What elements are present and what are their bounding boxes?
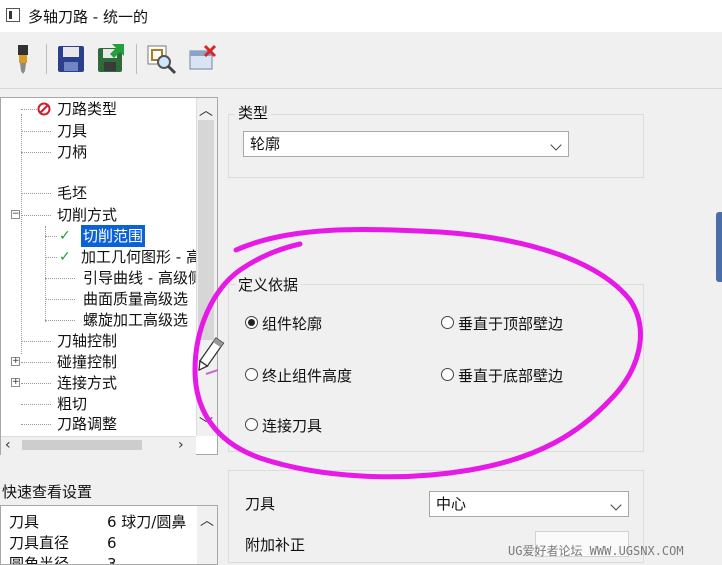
tool-icon[interactable] [6, 42, 40, 76]
expand-icon[interactable]: + [11, 378, 20, 387]
tree-guide [21, 114, 22, 354]
watermark: UG爱好者论坛 WWW.UGSNX.COM [508, 544, 684, 558]
radio-icon[interactable] [245, 368, 258, 381]
check-icon: ✓ [59, 249, 71, 265]
operation-tree[interactable]: 刀路类型 刀具 刀柄 毛坯 − 切削方式 ✓ 切削范围 ✓ 加工几何图形 - 高… [0, 97, 218, 455]
scroll-up-icon[interactable]: ︿ [199, 100, 213, 120]
toolbar [0, 32, 722, 89]
scroll-up-icon[interactable]: ︿ [200, 510, 214, 530]
type-group: 类型 轮廓 [228, 102, 644, 178]
toolbar-separator [136, 44, 137, 74]
qv-value: 3 [107, 555, 117, 565]
radio-component-contour[interactable]: 组件轮廓 [245, 313, 322, 335]
qv-value: 6 球刀/圆鼻 [107, 513, 187, 531]
toolbar-separator [46, 44, 47, 74]
tree-guide [45, 226, 46, 322]
preview-icon[interactable] [144, 42, 178, 76]
check-icon: ✓ [59, 228, 71, 244]
type-select-value: 轮廓 [250, 135, 281, 153]
tool-position-select[interactable]: 中心 [429, 491, 629, 517]
scroll-down-icon[interactable]: ﹀ [199, 414, 213, 434]
scroll-left-icon[interactable]: ‹ [5, 437, 11, 453]
extra-offset-label: 附加补正 [245, 536, 306, 554]
type-group-label: 类型 [235, 102, 272, 123]
title-bar: 多轴刀路 - 统一的 [0, 0, 722, 32]
qv-key: 刀具 [9, 513, 40, 531]
tree-hscroll-thumb[interactable] [22, 440, 142, 450]
radio-icon[interactable] [245, 418, 258, 431]
scroll-right-icon[interactable]: › [178, 437, 184, 453]
chevron-down-icon [610, 499, 622, 511]
save-as-icon[interactable] [94, 42, 128, 76]
radio-label: 组件轮廓 [262, 315, 323, 333]
tree-scroll-thumb[interactable] [198, 120, 214, 340]
tool-position-value: 中心 [436, 495, 467, 513]
define-basis-label: 定义依据 [235, 274, 302, 295]
radio-label: 垂直于底部壁边 [458, 367, 564, 385]
radio-normal-top-wall[interactable]: 垂直于顶部壁边 [441, 313, 563, 335]
radio-connect-tool[interactable]: 连接刀具 [245, 415, 322, 437]
radio-end-component-height[interactable]: 终止组件高度 [245, 365, 352, 387]
no-entry-icon [37, 102, 51, 116]
expand-icon[interactable]: + [11, 357, 20, 366]
collapse-icon[interactable]: − [11, 210, 20, 219]
define-basis-group: 定义依据 组件轮廓 垂直于顶部壁边 终止组件高度 垂直于底部壁边 连接刀具 [228, 274, 644, 452]
chevron-down-icon [550, 139, 562, 151]
window-title: 多轴刀路 - 统一的 [28, 8, 148, 26]
tool-label: 刀具 [245, 495, 276, 513]
side-panel-tab[interactable] [716, 212, 722, 282]
save-icon[interactable] [54, 42, 88, 76]
qv-value: 6 [107, 534, 117, 552]
quick-view-panel[interactable]: 刀具 6 球刀/圆鼻 刀具直径 6 圆角半径 3 ︿ [0, 505, 218, 565]
qv-key: 刀具直径 [9, 534, 70, 552]
radio-label: 连接刀具 [262, 417, 323, 435]
radio-icon[interactable] [441, 316, 454, 329]
type-select[interactable]: 轮廓 [243, 131, 569, 157]
close-icon[interactable] [186, 42, 220, 76]
radio-icon[interactable] [441, 368, 454, 381]
radio-normal-bottom-wall[interactable]: 垂直于底部壁边 [441, 365, 563, 387]
quick-view-title: 快速查看设置 [2, 483, 93, 501]
radio-label: 终止组件高度 [262, 367, 353, 385]
app-icon [6, 8, 20, 22]
radio-label: 垂直于顶部壁边 [458, 315, 564, 333]
qv-key: 圆角半径 [9, 555, 70, 565]
radio-selected-icon[interactable] [245, 316, 258, 329]
